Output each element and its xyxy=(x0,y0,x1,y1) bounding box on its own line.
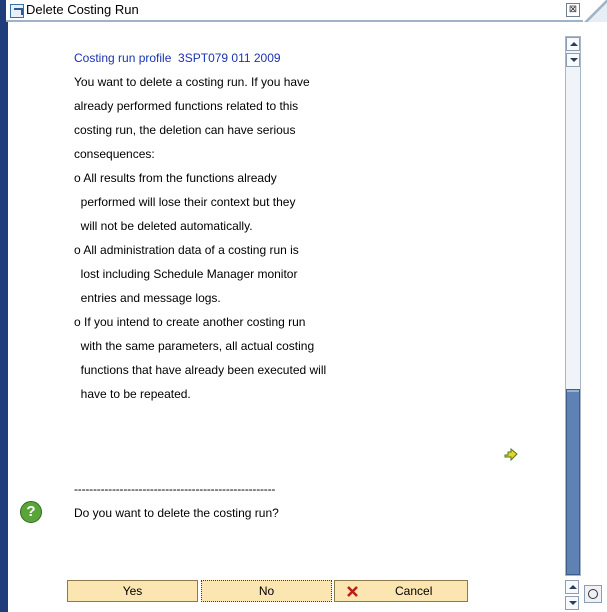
title-corner xyxy=(584,0,607,22)
close-icon[interactable]: ⊠ xyxy=(566,3,580,17)
long-text-arrow-icon[interactable] xyxy=(504,448,520,462)
scroll-up-icon[interactable] xyxy=(566,37,580,51)
scroll-up-icon[interactable] xyxy=(565,580,579,594)
costing-run-profile: Costing run profile 3SPT079 011 2009 xyxy=(74,51,281,65)
title-bar: Delete Costing Run ⊠ xyxy=(0,0,607,22)
question-text: Do you want to delete the costing run? xyxy=(74,506,279,520)
window-icon xyxy=(10,4,24,18)
vertical-scrollbar[interactable] xyxy=(565,36,581,576)
scroll-down-icon[interactable] xyxy=(566,53,580,67)
cancel-label: Cancel xyxy=(395,584,433,598)
title-accent xyxy=(0,0,6,22)
no-button[interactable]: No xyxy=(201,580,332,602)
message-line: have to be repeated. xyxy=(74,387,191,401)
message-line: o If you intend to create another costin… xyxy=(74,315,306,329)
message-line: performed will lose their context but th… xyxy=(74,195,296,209)
cancel-x-icon xyxy=(347,586,358,597)
cancel-button[interactable]: Cancel xyxy=(334,580,468,602)
bottom-scroll-controls[interactable] xyxy=(565,580,581,612)
message-line: entries and message logs. xyxy=(74,291,221,305)
message-area: Costing run profile 3SPT079 011 2009 You… xyxy=(8,36,563,576)
message-line: o All results from the functions already xyxy=(74,171,277,185)
window-title: Delete Costing Run xyxy=(26,2,139,17)
message-line: You want to delete a costing run. If you… xyxy=(74,75,310,89)
message-line: costing run, the deletion can have serio… xyxy=(74,123,296,137)
clock-icon[interactable] xyxy=(584,585,602,603)
message-line: lost including Schedule Manager monitor xyxy=(74,267,298,281)
left-strip xyxy=(0,22,8,612)
title-underline xyxy=(6,20,583,22)
message-line: with the same parameters, all actual cos… xyxy=(74,339,315,353)
message-line: consequences: xyxy=(74,147,155,161)
separator-line: ----------------------------------------… xyxy=(74,482,276,496)
message-line: already performed functions related to t… xyxy=(74,99,299,113)
message-line: o All administration data of a costing r… xyxy=(74,243,299,257)
scroll-down-icon[interactable] xyxy=(565,596,579,610)
message-line: functions that have already been execute… xyxy=(74,363,327,377)
question-icon: ? xyxy=(20,501,42,523)
scroll-thumb[interactable] xyxy=(566,389,580,575)
yes-button[interactable]: Yes xyxy=(67,580,198,602)
message-line: will not be deleted automatically. xyxy=(74,219,253,233)
